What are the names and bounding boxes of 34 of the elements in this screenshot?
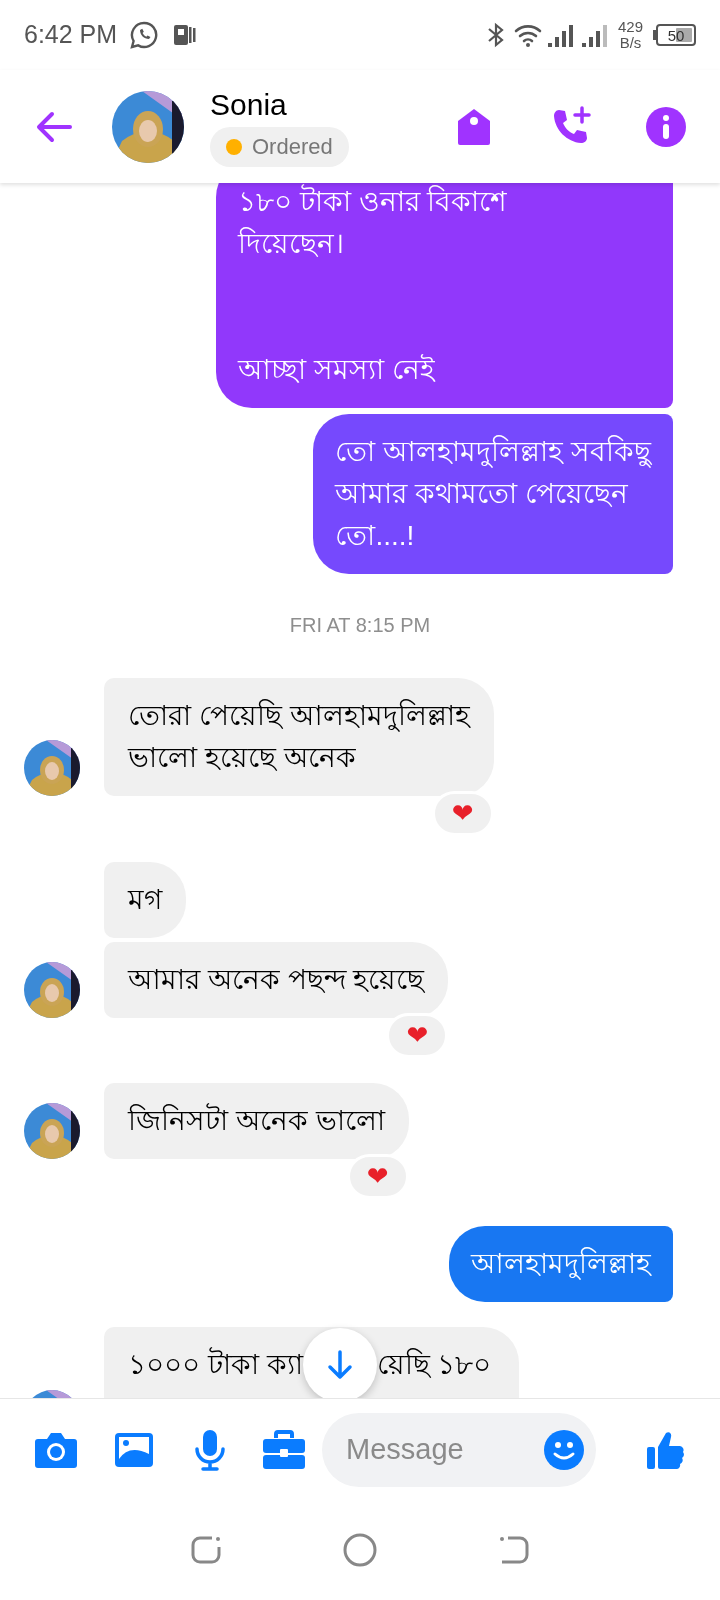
app-icon [173,23,198,47]
received-message: আমার অনেক পছন্দ হয়েছে [104,942,449,1018]
received-message: জিনিসটা অনেক ভালো [104,1083,409,1159]
gallery-icon[interactable] [114,1431,154,1468]
briefcase-icon[interactable] [262,1429,306,1470]
scroll-down-button[interactable] [302,1328,377,1398]
chat-bubble-icon [129,20,160,50]
signal-icon [545,22,576,48]
wifi-icon [513,22,544,48]
clock-time: 6:42 PM [24,19,118,51]
sent-message: আলহামদুলিল্লাহ [449,1226,673,1302]
contact-name: Sonia [210,86,287,123]
signal-icon [579,22,610,48]
tag-icon[interactable] [456,106,492,147]
message-field[interactable]: Message [322,1412,596,1487]
network-speed-unit: B/s [619,35,642,51]
sent-message: তো আলহামদুলিল্লাহ সবকিছু আমার কথামতো পেয়েছেন তো....! [313,414,673,574]
camera-icon[interactable] [34,1430,78,1469]
microphone-icon[interactable] [194,1428,226,1471]
received-message: তোরা পেয়েছি আলহামদুলিল্লাহ ভালো হয়েছে অনেক [104,678,494,796]
network-speed: 429 [617,19,643,35]
message-text: ১০০০ টাকা ক্যা [128,1346,303,1382]
emoji-icon[interactable] [544,1429,584,1470]
battery-percent: 50 [666,26,686,44]
down-arrow-icon [326,1350,353,1380]
sent-message: ১৮০ টাকা ওনার বিকাশে দিয়েছেন। আচ্ছা সমস্যা নেই [216,183,673,408]
back-icon[interactable] [498,1534,530,1566]
status-label: Ordered [252,133,333,161]
received-message: মগ [104,862,186,938]
home-icon[interactable] [342,1532,378,1568]
message-text: য়েছি ১৮০ [376,1347,492,1382]
timestamp: FRI AT 8:15 PM [289,613,431,638]
recent-apps-icon[interactable] [190,1534,222,1566]
info-icon[interactable] [646,106,686,147]
